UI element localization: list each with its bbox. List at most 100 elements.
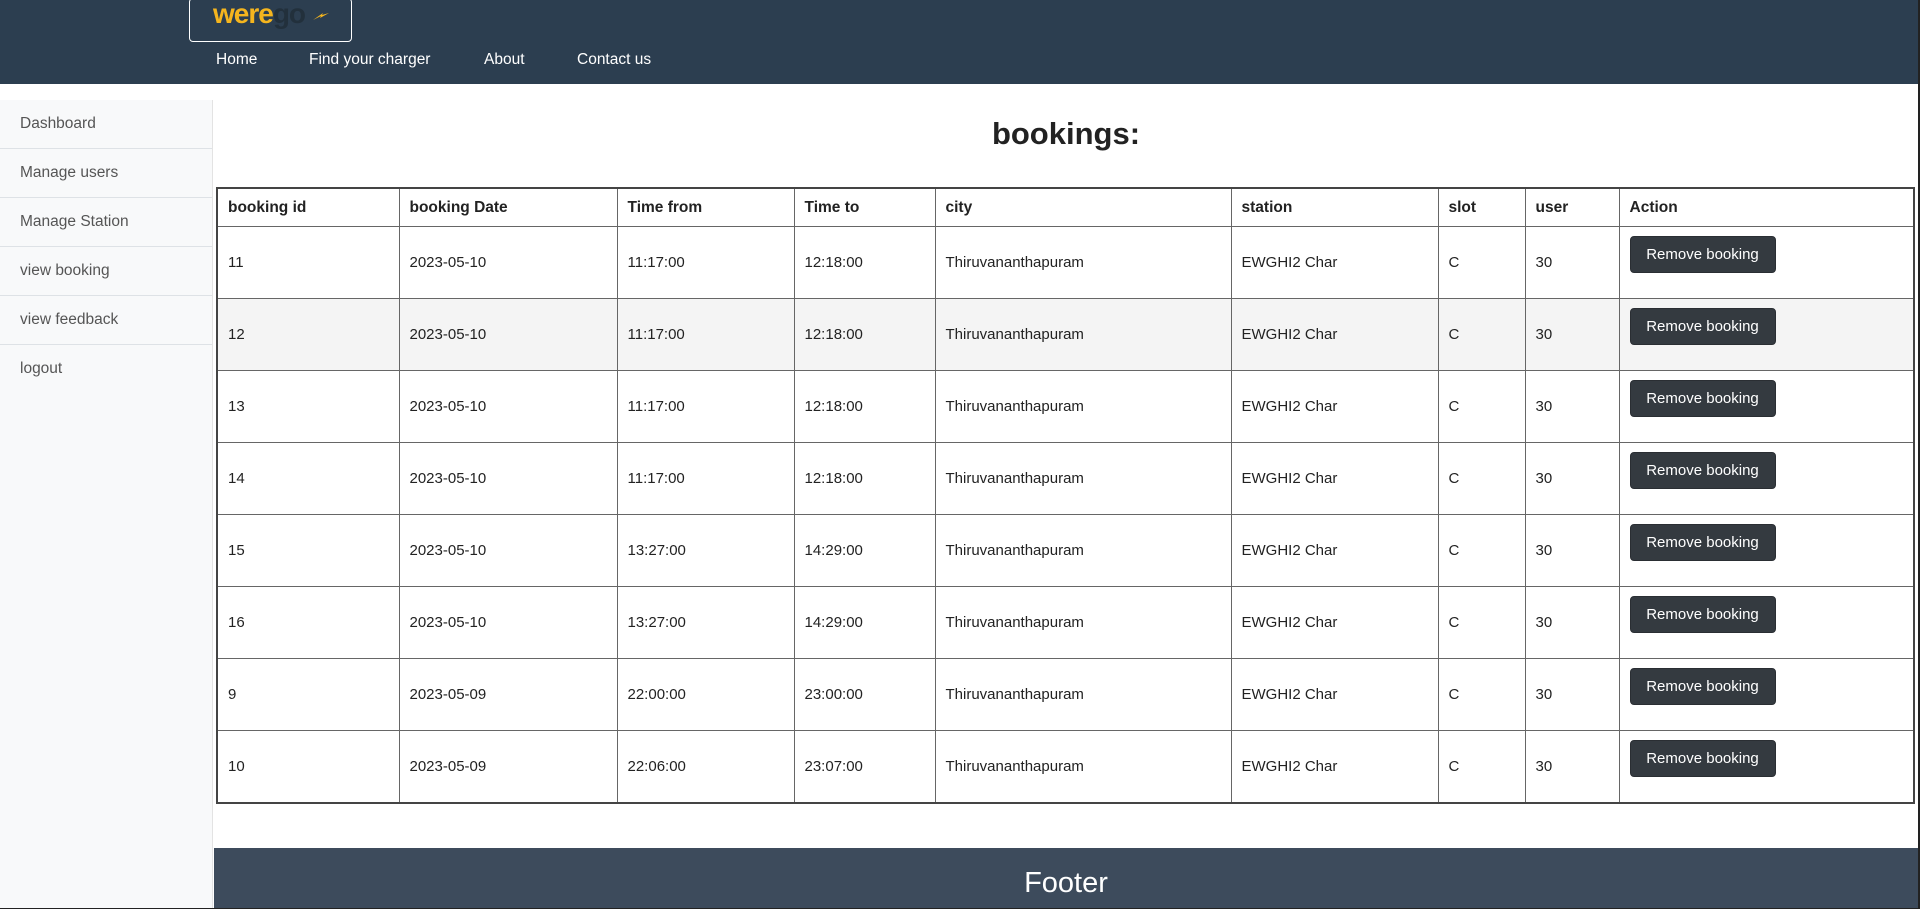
table-row: 9 2023-05-09 22:00:00 23:00:00 Thiruvanantha… bbox=[216, 658, 1915, 731]
table-cell: 30 bbox=[1524, 226, 1620, 299]
page-footer: Footer bbox=[214, 848, 1918, 908]
sidebar-item-logout[interactable]: logout bbox=[0, 345, 212, 393]
column-header-city[interactable]: city bbox=[934, 187, 1232, 227]
main-content: bookings: booking id booking Date Time f… bbox=[214, 84, 1918, 908]
table-cell: EWGHI2 Char bbox=[1230, 730, 1439, 804]
table-cell: 11:17:00 bbox=[616, 442, 795, 515]
table-cell: 16 bbox=[216, 586, 400, 659]
table-cell: 30 bbox=[1524, 586, 1620, 659]
table-cell: 2023-05-10 bbox=[398, 298, 618, 371]
table-cell: Thiruvananthapuram bbox=[934, 226, 1232, 299]
table-cell: C bbox=[1437, 586, 1526, 659]
sidebar-item-manage-users[interactable]: Manage users bbox=[0, 149, 212, 198]
table-cell: Thiruvananthapuram bbox=[934, 730, 1232, 804]
table-cell: 30 bbox=[1524, 514, 1620, 587]
sidebar-item-manage-station[interactable]: Manage Station bbox=[0, 198, 212, 247]
table-cell: 12:18:00 bbox=[793, 370, 936, 443]
table-cell: 14:29:00 bbox=[793, 586, 936, 659]
column-header-time-from[interactable]: Time from bbox=[616, 187, 795, 227]
sidebar-item-view-booking[interactable]: view booking bbox=[0, 247, 212, 296]
table-cell: EWGHI2 Char bbox=[1230, 658, 1439, 731]
table-cell: 2023-05-10 bbox=[398, 586, 618, 659]
action-cell: Remove booking bbox=[1618, 514, 1915, 587]
sidebar-item-dashboard[interactable]: Dashboard bbox=[0, 100, 212, 149]
table-cell: EWGHI2 Char bbox=[1230, 298, 1439, 371]
action-cell: Remove booking bbox=[1618, 298, 1915, 371]
action-cell: Remove booking bbox=[1618, 442, 1915, 515]
page-title: bookings: bbox=[991, 116, 1141, 151]
brand-logo-text: werego bbox=[213, 0, 306, 29]
table-row: 14 2023-05-10 11:17:00 12:18:00 Thiruvananth… bbox=[216, 442, 1915, 515]
table-cell: Thiruvananthapuram bbox=[934, 658, 1232, 731]
table-cell: 11:17:00 bbox=[616, 226, 795, 299]
nav-find-charger-link[interactable]: Find your charger bbox=[309, 51, 430, 69]
table-cell: 12:18:00 bbox=[793, 298, 936, 371]
table-cell: 11:17:00 bbox=[616, 298, 795, 371]
table-cell: 30 bbox=[1524, 370, 1620, 443]
table-cell: EWGHI2 Char bbox=[1230, 442, 1439, 515]
remove-booking-button[interactable]: Remove booking bbox=[1629, 380, 1776, 417]
table-cell: 23:00:00 bbox=[793, 658, 936, 731]
table-row: 12 2023-05-10 11:17:00 12:18:00 Thiruvananth… bbox=[216, 298, 1915, 371]
remove-booking-button[interactable]: Remove booking bbox=[1629, 596, 1776, 633]
footer-text: Footer bbox=[1024, 867, 1108, 899]
column-header-booking-id[interactable]: booking id bbox=[216, 187, 400, 227]
table-row: 16 2023-05-10 13:27:00 14:29:00 Thiruvananth… bbox=[216, 586, 1915, 659]
nav-contact-link[interactable]: Contact us bbox=[577, 51, 651, 69]
table-cell: C bbox=[1437, 514, 1526, 587]
remove-booking-button[interactable]: Remove booking bbox=[1629, 740, 1776, 777]
column-header-action[interactable]: Action bbox=[1618, 187, 1915, 227]
table-cell: C bbox=[1437, 442, 1526, 515]
table-header-row: booking id booking Date Time from Time t… bbox=[216, 187, 1915, 227]
remove-booking-button[interactable]: Remove booking bbox=[1629, 452, 1776, 489]
table-cell: C bbox=[1437, 658, 1526, 731]
table-cell: 2023-05-10 bbox=[398, 514, 618, 587]
table-cell: C bbox=[1437, 730, 1526, 804]
table-cell: 2023-05-10 bbox=[398, 370, 618, 443]
column-header-booking-date[interactable]: booking Date bbox=[398, 187, 618, 227]
sidebar-item-view-feedback[interactable]: view feedback bbox=[0, 296, 212, 345]
remove-booking-button[interactable]: Remove booking bbox=[1629, 308, 1776, 345]
action-cell: Remove booking bbox=[1618, 226, 1915, 299]
table-cell: 15 bbox=[216, 514, 400, 587]
admin-sidebar: Dashboard Manage users Manage Station vi… bbox=[0, 100, 213, 908]
nav-home-link[interactable]: Home bbox=[216, 51, 257, 69]
bookings-table: booking id booking Date Time from Time t… bbox=[216, 187, 1915, 804]
table-cell: 13 bbox=[216, 370, 400, 443]
table-cell: 12:18:00 bbox=[793, 442, 936, 515]
table-row: 11 2023-05-10 11:17:00 12:18:00 Thiruvananth… bbox=[216, 226, 1915, 299]
remove-booking-button[interactable]: Remove booking bbox=[1629, 236, 1776, 273]
nav-about-link[interactable]: About bbox=[484, 51, 525, 69]
table-cell: 14 bbox=[216, 442, 400, 515]
table-cell: 11 bbox=[216, 226, 400, 299]
column-header-station[interactable]: station bbox=[1230, 187, 1439, 227]
table-cell: 13:27:00 bbox=[616, 514, 795, 587]
table-cell: Thiruvananthapuram bbox=[934, 442, 1232, 515]
table-cell: 13:27:00 bbox=[616, 586, 795, 659]
table-cell: 30 bbox=[1524, 442, 1620, 515]
table-cell: Thiruvananthapuram bbox=[934, 370, 1232, 443]
table-cell: Thiruvananthapuram bbox=[934, 586, 1232, 659]
table-cell: EWGHI2 Char bbox=[1230, 226, 1439, 299]
column-header-slot[interactable]: slot bbox=[1437, 187, 1526, 227]
table-cell: 30 bbox=[1524, 730, 1620, 804]
table-cell: 22:00:00 bbox=[616, 658, 795, 731]
table-cell: 23:07:00 bbox=[793, 730, 936, 804]
remove-booking-button[interactable]: Remove booking bbox=[1629, 524, 1776, 561]
action-cell: Remove booking bbox=[1618, 370, 1915, 443]
lightning-bolt-icon bbox=[313, 13, 329, 20]
brand-logo[interactable]: werego bbox=[189, 0, 352, 42]
column-header-user[interactable]: user bbox=[1524, 187, 1620, 227]
remove-booking-button[interactable]: Remove booking bbox=[1629, 668, 1776, 705]
action-cell: Remove booking bbox=[1618, 586, 1915, 659]
table-row: 15 2023-05-10 13:27:00 14:29:00 Thiruvananth… bbox=[216, 514, 1915, 587]
column-header-time-to[interactable]: Time to bbox=[793, 187, 936, 227]
table-cell: C bbox=[1437, 370, 1526, 443]
table-cell: C bbox=[1437, 298, 1526, 371]
table-cell: 22:06:00 bbox=[616, 730, 795, 804]
table-cell: Thiruvananthapuram bbox=[934, 514, 1232, 587]
table-cell: 12 bbox=[216, 298, 400, 371]
action-cell: Remove booking bbox=[1618, 658, 1915, 731]
table-cell: 30 bbox=[1524, 298, 1620, 371]
table-cell: 30 bbox=[1524, 658, 1620, 731]
